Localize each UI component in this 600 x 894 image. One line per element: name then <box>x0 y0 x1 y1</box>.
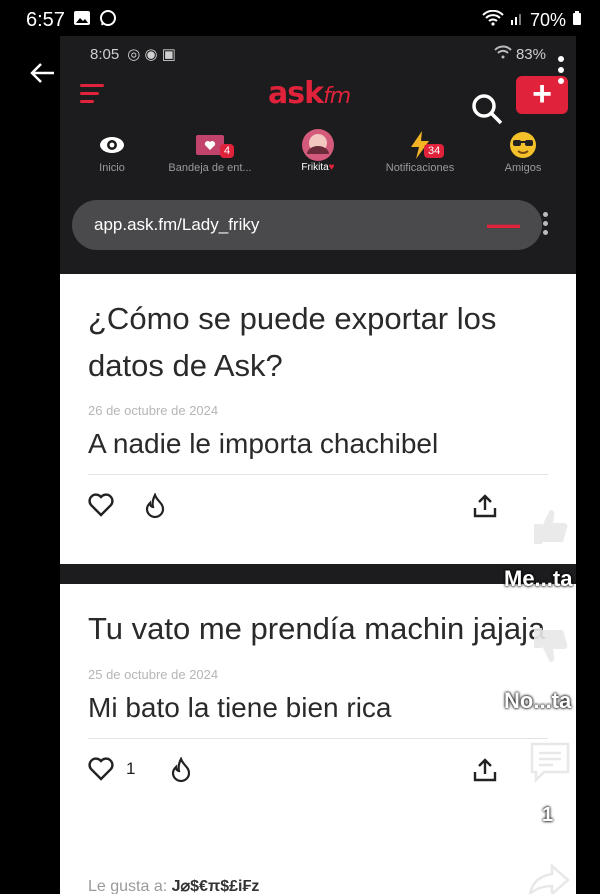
like-heart-icon[interactable] <box>88 493 114 522</box>
url-bar[interactable]: app.ask.fm/Lady_friky ▬▬▬ <box>72 200 542 250</box>
like-count: 1 <box>126 758 136 778</box>
comment-count: 1 <box>542 804 554 826</box>
sunglasses-emoji-icon <box>488 128 558 162</box>
answer-date: 26 de octubre de 2024 <box>88 403 219 418</box>
share-icon[interactable] <box>472 493 498 524</box>
share-icon[interactable] <box>472 757 498 788</box>
nav-item-bandeja[interactable]: 4 Bandeja de ent... <box>158 128 262 174</box>
comment-icon[interactable] <box>528 740 572 789</box>
outer-status-bar: 6:57 70% <box>0 0 600 40</box>
thumbs-up-icon[interactable] <box>528 504 572 553</box>
nav-label-amigos: Amigos <box>504 162 542 174</box>
battery-text: 70% <box>529 9 566 30</box>
thumbs-down-icon[interactable] <box>528 624 572 673</box>
question-text: ¿Cómo se puede exportar los datos de Ask… <box>88 301 497 383</box>
inner-status-time: 8:05 <box>90 45 120 63</box>
browser-menu-icon[interactable] <box>540 212 550 239</box>
card-actions <box>88 475 548 535</box>
like-heart-icon[interactable] <box>88 756 114 786</box>
overflow-menu-icon[interactable] <box>556 56 566 90</box>
fire-icon[interactable] <box>144 492 166 524</box>
askfm-nav-bar: Inicio 4 Bandeja de ent... Frikita♥ 34 N… <box>60 128 576 188</box>
liked-by-user: J⌀$€π$£i₣z <box>171 878 260 894</box>
question-text: Tu vato me prendía machin jajaja <box>88 611 546 646</box>
nav-label-bandeja: Bandeja de ent... <box>168 162 252 174</box>
nav-item-notificaciones[interactable]: 34 Notificaciones <box>372 128 468 174</box>
hamburger-menu-icon[interactable] <box>80 84 104 104</box>
inner-wifi-icon <box>494 45 512 63</box>
askfm-logo: askfm <box>268 76 351 111</box>
lightning-icon <box>372 128 468 162</box>
nav-item-inicio[interactable]: Inicio <box>82 128 142 174</box>
signal-icon <box>510 10 524 31</box>
like-rail-label: Me...ta <box>504 566 573 591</box>
inner-status-icons: ◎ ◉ ▣ <box>127 46 176 63</box>
nav-item-amigos[interactable]: Amigos <box>488 128 558 174</box>
answer-text: A nadie le importa chachibel <box>88 428 548 475</box>
share-arrow-icon[interactable] <box>528 863 572 894</box>
fire-icon[interactable] <box>170 755 192 788</box>
url-bar-red-mark: ▬▬▬ <box>487 219 520 231</box>
search-icon[interactable] <box>470 92 504 126</box>
inner-status-bar: 8:05 ◎ ◉ ▣ 83% <box>60 36 576 72</box>
answer-card: ¿Cómo se puede exportar los datos de Ask… <box>60 274 576 564</box>
whatsapp-icon <box>99 9 117 32</box>
inner-battery-text: 83% <box>515 45 546 63</box>
status-time: 6:57 <box>26 8 65 31</box>
eye-icon <box>82 128 142 162</box>
liked-by-line[interactable]: Le gusta a: J⌀$€π$£i₣z <box>88 876 259 894</box>
liked-by-prefix: Le gusta a: <box>88 878 168 894</box>
dislike-rail-label: No...ta <box>504 688 572 713</box>
avatar <box>282 128 354 162</box>
inbox-badge: 4 <box>220 144 235 158</box>
notifications-badge: 34 <box>424 144 445 158</box>
answer-text: Mi bato la tiene bien rica <box>88 692 548 739</box>
nav-label-notificaciones: Notificaciones <box>385 162 455 174</box>
askfm-header: askfm <box>60 72 576 126</box>
more-options-icon[interactable] <box>540 826 546 852</box>
nav-label-profile: Frikita♥ <box>301 162 335 173</box>
battery-icon <box>572 10 582 31</box>
answer-date: 25 de octubre de 2024 <box>88 666 219 682</box>
nav-label-inicio: Inicio <box>99 162 125 174</box>
nav-item-profile[interactable]: Frikita♥ <box>282 128 354 173</box>
card-actions: 1 <box>88 739 548 799</box>
gallery-icon <box>73 10 91 31</box>
inbox-icon <box>158 128 262 162</box>
wifi-icon <box>482 9 504 31</box>
answer-card: Tu vato me prendía machin jajaja 25 de o… <box>60 584 576 894</box>
video-frame: 8:05 ◎ ◉ ▣ 83% askfm + Inicio 4 Bandeja … <box>60 36 576 894</box>
back-arrow-icon[interactable] <box>28 58 62 92</box>
url-text: app.ask.fm/Lady_friky <box>94 215 260 234</box>
